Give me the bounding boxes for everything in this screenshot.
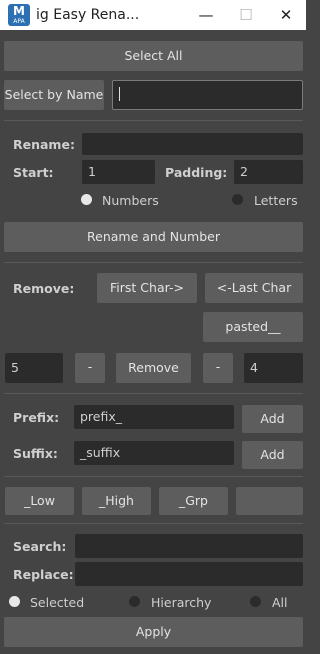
select-all-button[interactable]: Select All [4, 41, 303, 71]
divider [4, 120, 303, 121]
divider [4, 393, 303, 394]
remove-label: Remove: [13, 281, 75, 296]
search-input[interactable] [75, 534, 303, 558]
remove-last-char-button[interactable]: <-Last Char [205, 273, 303, 303]
app-logo-icon: M APA [8, 4, 30, 26]
remove-last-button[interactable]: - [203, 353, 233, 383]
remove-first-char-button[interactable]: First Char-> [97, 273, 197, 303]
select-name-input[interactable] [112, 80, 303, 110]
suffix-add-button[interactable]: Add [242, 441, 303, 469]
app-logo-subtext: APA [13, 18, 25, 25]
divider [4, 476, 303, 477]
hierarchy-radio[interactable] [129, 596, 140, 607]
rename-label: Rename: [13, 137, 75, 152]
padding-input[interactable]: 2 [234, 160, 303, 184]
divider [4, 523, 303, 524]
numbers-radio[interactable] [81, 194, 92, 205]
replace-input[interactable] [75, 562, 303, 586]
blank-suffix-button[interactable] [236, 487, 303, 515]
start-label: Start: [13, 165, 54, 180]
grp-suffix-button[interactable]: _Grp [159, 487, 228, 515]
minimize-button[interactable]: — [186, 0, 226, 30]
prefix-input[interactable]: prefix_ [74, 405, 234, 429]
maximize-button[interactable]: ☐ [226, 0, 266, 30]
suffix-input[interactable]: _suffix [74, 441, 234, 465]
remove-pasted-button[interactable]: pasted__ [203, 312, 303, 342]
close-button[interactable]: ✕ [266, 0, 306, 30]
start-input[interactable]: 1 [82, 160, 155, 184]
high-suffix-button[interactable]: _High [82, 487, 151, 515]
hierarchy-label: Hierarchy [151, 595, 212, 610]
letters-radio[interactable] [232, 194, 243, 205]
remove-button[interactable]: Remove [116, 353, 191, 383]
text-cursor [119, 87, 120, 101]
all-label: All [272, 595, 288, 610]
select-by-name-button[interactable]: Select by Name [4, 80, 104, 110]
apply-button[interactable]: Apply [4, 617, 303, 647]
remove-last-count-input[interactable]: 4 [244, 353, 303, 383]
padding-label: Padding: [165, 165, 228, 180]
suffix-label: Suffix: [13, 446, 58, 461]
low-suffix-button[interactable]: _Low [5, 487, 74, 515]
divider [4, 262, 303, 263]
all-radio[interactable] [250, 596, 261, 607]
replace-label: Replace: [13, 567, 74, 582]
search-label: Search: [13, 539, 67, 554]
letters-label: Letters [254, 193, 298, 208]
app-logo-letter: M [13, 4, 25, 18]
selected-label: Selected [30, 595, 85, 610]
numbers-label: Numbers [102, 193, 159, 208]
selected-radio[interactable] [9, 596, 20, 607]
rename-input[interactable] [82, 133, 303, 155]
remove-first-button[interactable]: - [75, 353, 105, 383]
window-title: ig Easy Rena... [36, 7, 140, 23]
title-bar: M APA ig Easy Rena... — ☐ ✕ [0, 0, 306, 30]
prefix-label: Prefix: [13, 410, 60, 425]
remove-first-count-input[interactable]: 5 [5, 353, 63, 383]
rename-and-number-button[interactable]: Rename and Number [4, 222, 303, 252]
prefix-add-button[interactable]: Add [242, 405, 303, 433]
tool-panel [0, 30, 306, 654]
